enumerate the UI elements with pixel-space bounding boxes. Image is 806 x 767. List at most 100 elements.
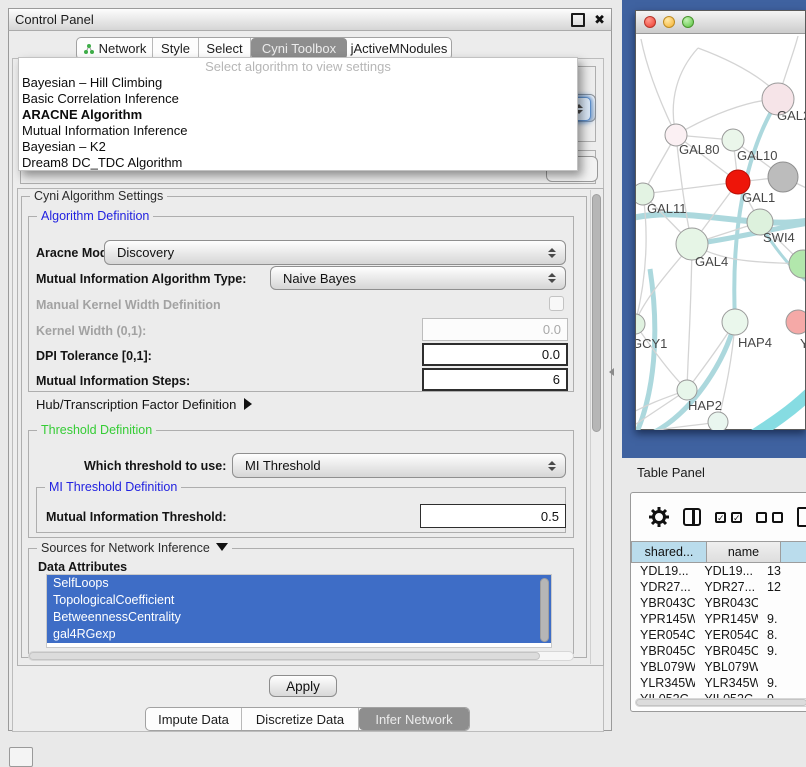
table-row[interactable]: YPR145WYPR145W9. — [631, 611, 806, 627]
close-traffic-light-icon[interactable] — [644, 16, 656, 28]
table-cell: 13 — [758, 563, 806, 579]
tab-style[interactable]: Style — [153, 38, 199, 59]
kernel-width-label: Kernel Width (0,1): — [36, 324, 146, 338]
tab-cyni-toolbox[interactable]: Cyni Toolbox — [251, 38, 347, 59]
algorithm-option[interactable]: Bayesian – K2 — [19, 139, 577, 155]
table-row[interactable]: YDR27...YDR27...12 — [631, 579, 806, 595]
bottom-left-panel-button[interactable] — [9, 747, 33, 767]
show-columns-icon[interactable] — [683, 508, 701, 526]
mi-threshold-field[interactable]: 0.5 — [420, 504, 566, 528]
table-cell: 8. — [758, 627, 806, 643]
node-label: HAP2 — [688, 398, 722, 413]
table-row[interactable]: YBR043CYBR043C — [631, 595, 806, 611]
table-cell: YBR043C — [695, 595, 758, 611]
tab-discretize-data[interactable]: Discretize Data — [242, 708, 359, 730]
table-row[interactable]: YER054CYER054C8. — [631, 627, 806, 643]
network-node[interactable] — [708, 412, 728, 430]
gear-icon[interactable] — [649, 507, 669, 527]
hub-definition-expander[interactable]: Hub/Transcription Factor Definition — [36, 397, 252, 412]
control-panel-titlebar: Control Panel ✖ — [8, 8, 612, 31]
aracne-mode-combo[interactable]: Discovery — [104, 240, 566, 265]
control-panel-title: Control Panel — [15, 12, 94, 27]
network-view-window[interactable]: GAL2GAL80GAL10GAL1GAL11SWI4GAL4GCY1HAP4Y… — [635, 10, 806, 430]
manual-kernel-width-checkbox[interactable] — [549, 296, 564, 311]
network-node[interactable] — [722, 309, 748, 335]
table-cell: 12 — [758, 579, 806, 595]
table-cell: 9. — [758, 643, 806, 659]
network-node[interactable] — [789, 250, 805, 278]
combo-stepper-icon — [548, 461, 556, 471]
table-cell: YBR045C — [631, 643, 695, 659]
network-edge — [687, 244, 692, 390]
table-column-header[interactable]: shared... — [631, 541, 707, 563]
node-label: SWI4 — [763, 230, 795, 245]
float-window-icon[interactable] — [571, 13, 585, 27]
data-attribute-item[interactable]: TopologicalCoefficient — [47, 592, 551, 609]
tab-impute-data[interactable]: Impute Data — [146, 708, 242, 730]
data-attributes-list[interactable]: SelfLoopsTopologicalCoefficientBetweenne… — [46, 574, 552, 648]
zoom-traffic-light-icon[interactable] — [682, 16, 694, 28]
mi-steps-field[interactable]: 6 — [422, 368, 568, 391]
table-cell: YPR145W — [695, 611, 758, 627]
table-cell: YLR345W — [695, 675, 758, 691]
data-attribute-item[interactable]: BetweennessCentrality — [47, 609, 551, 626]
attributes-scrollbar-thumb[interactable] — [540, 578, 549, 642]
table-header-row: shared...nameA — [631, 541, 806, 563]
table-hscrollbar-thumb[interactable] — [636, 699, 806, 706]
algorithm-option[interactable]: Dream8 DC_TDC Algorithm — [19, 155, 577, 171]
minimize-traffic-light-icon[interactable] — [663, 16, 675, 28]
close-icon[interactable]: ✖ — [594, 15, 605, 25]
algorithm-option[interactable]: Mutual Information Inference — [19, 123, 577, 139]
table-cell — [758, 659, 806, 675]
apply-button[interactable]: Apply — [269, 675, 337, 697]
table-hscrollbar[interactable] — [635, 698, 806, 707]
table-cell: YPR145W — [631, 611, 695, 627]
tab-select[interactable]: Select — [199, 38, 251, 59]
splitter-collapse-icon[interactable] — [609, 368, 614, 376]
table-browser-window: ✓✓ shared...nameA YDL19...YDL19...13YDR2… — [630, 492, 806, 712]
algorithm-option[interactable]: Basic Correlation Inference — [19, 91, 577, 107]
settings-scrollbar-thumb[interactable] — [592, 194, 601, 432]
network-graph[interactable]: GAL2GAL80GAL10GAL1GAL11SWI4GAL4GCY1HAP4Y… — [636, 34, 805, 430]
algorithm-option[interactable]: ARACNE Algorithm — [19, 107, 577, 123]
function-builder-icon[interactable] — [797, 507, 806, 527]
table-cell: 9. — [758, 611, 806, 627]
select-all-columns-icon[interactable]: ✓✓ — [715, 512, 742, 523]
tab-infer-network[interactable]: Infer Network — [359, 708, 469, 730]
dpi-tolerance-field[interactable]: 0.0 — [422, 343, 568, 366]
mi-algorithm-type-combo[interactable]: Naive Bayes — [270, 266, 566, 290]
network-icon — [83, 43, 95, 55]
table-row[interactable]: YBL079WYBL079W — [631, 659, 806, 675]
network-node[interactable] — [768, 162, 798, 192]
kernel-width-field[interactable]: 0.0 — [422, 318, 568, 341]
algorithm-option[interactable]: Bayesian – Hill Climbing — [19, 75, 577, 91]
network-window-titlebar — [636, 11, 805, 34]
node-label: GAL80 — [679, 142, 719, 157]
tab-jactivemnodules[interactable]: jActiveMNodules — [347, 38, 451, 59]
data-attributes-label: Data Attributes — [38, 560, 127, 574]
network-node[interactable] — [677, 380, 697, 400]
sources-group-title[interactable]: Sources for Network Inference — [37, 541, 232, 555]
table-cell: YDR27... — [695, 579, 758, 595]
table-row[interactable]: YLR345WYLR345W9. — [631, 675, 806, 691]
network-edge — [641, 39, 676, 135]
table-column-header[interactable]: name — [707, 541, 781, 563]
sources-hscrollbar-thumb[interactable] — [29, 652, 540, 660]
network-node[interactable] — [786, 310, 805, 334]
table-row[interactable]: YBR045CYBR045C9. — [631, 643, 806, 659]
data-attribute-item[interactable]: gal4RGexp — [47, 626, 551, 643]
table-column-header[interactable]: A — [781, 541, 806, 563]
table-cell: YBR045C — [695, 643, 758, 659]
tab-network[interactable]: Network — [77, 38, 153, 59]
network-node[interactable] — [636, 314, 645, 334]
sources-hscrollbar[interactable] — [28, 651, 574, 661]
table-cell: YDL19... — [631, 563, 695, 579]
which-threshold-label: Which threshold to use: — [84, 459, 226, 473]
table-row[interactable]: YDL19...YDL19...13 — [631, 563, 806, 579]
deselect-all-columns-icon[interactable] — [756, 512, 783, 523]
mi-threshold-group-title: MI Threshold Definition — [45, 480, 181, 494]
node-label: GAL4 — [695, 254, 728, 269]
data-attribute-item[interactable]: SelfLoops — [47, 575, 551, 592]
combo-stepper-icon — [548, 273, 556, 283]
which-threshold-combo[interactable]: MI Threshold — [232, 453, 566, 478]
